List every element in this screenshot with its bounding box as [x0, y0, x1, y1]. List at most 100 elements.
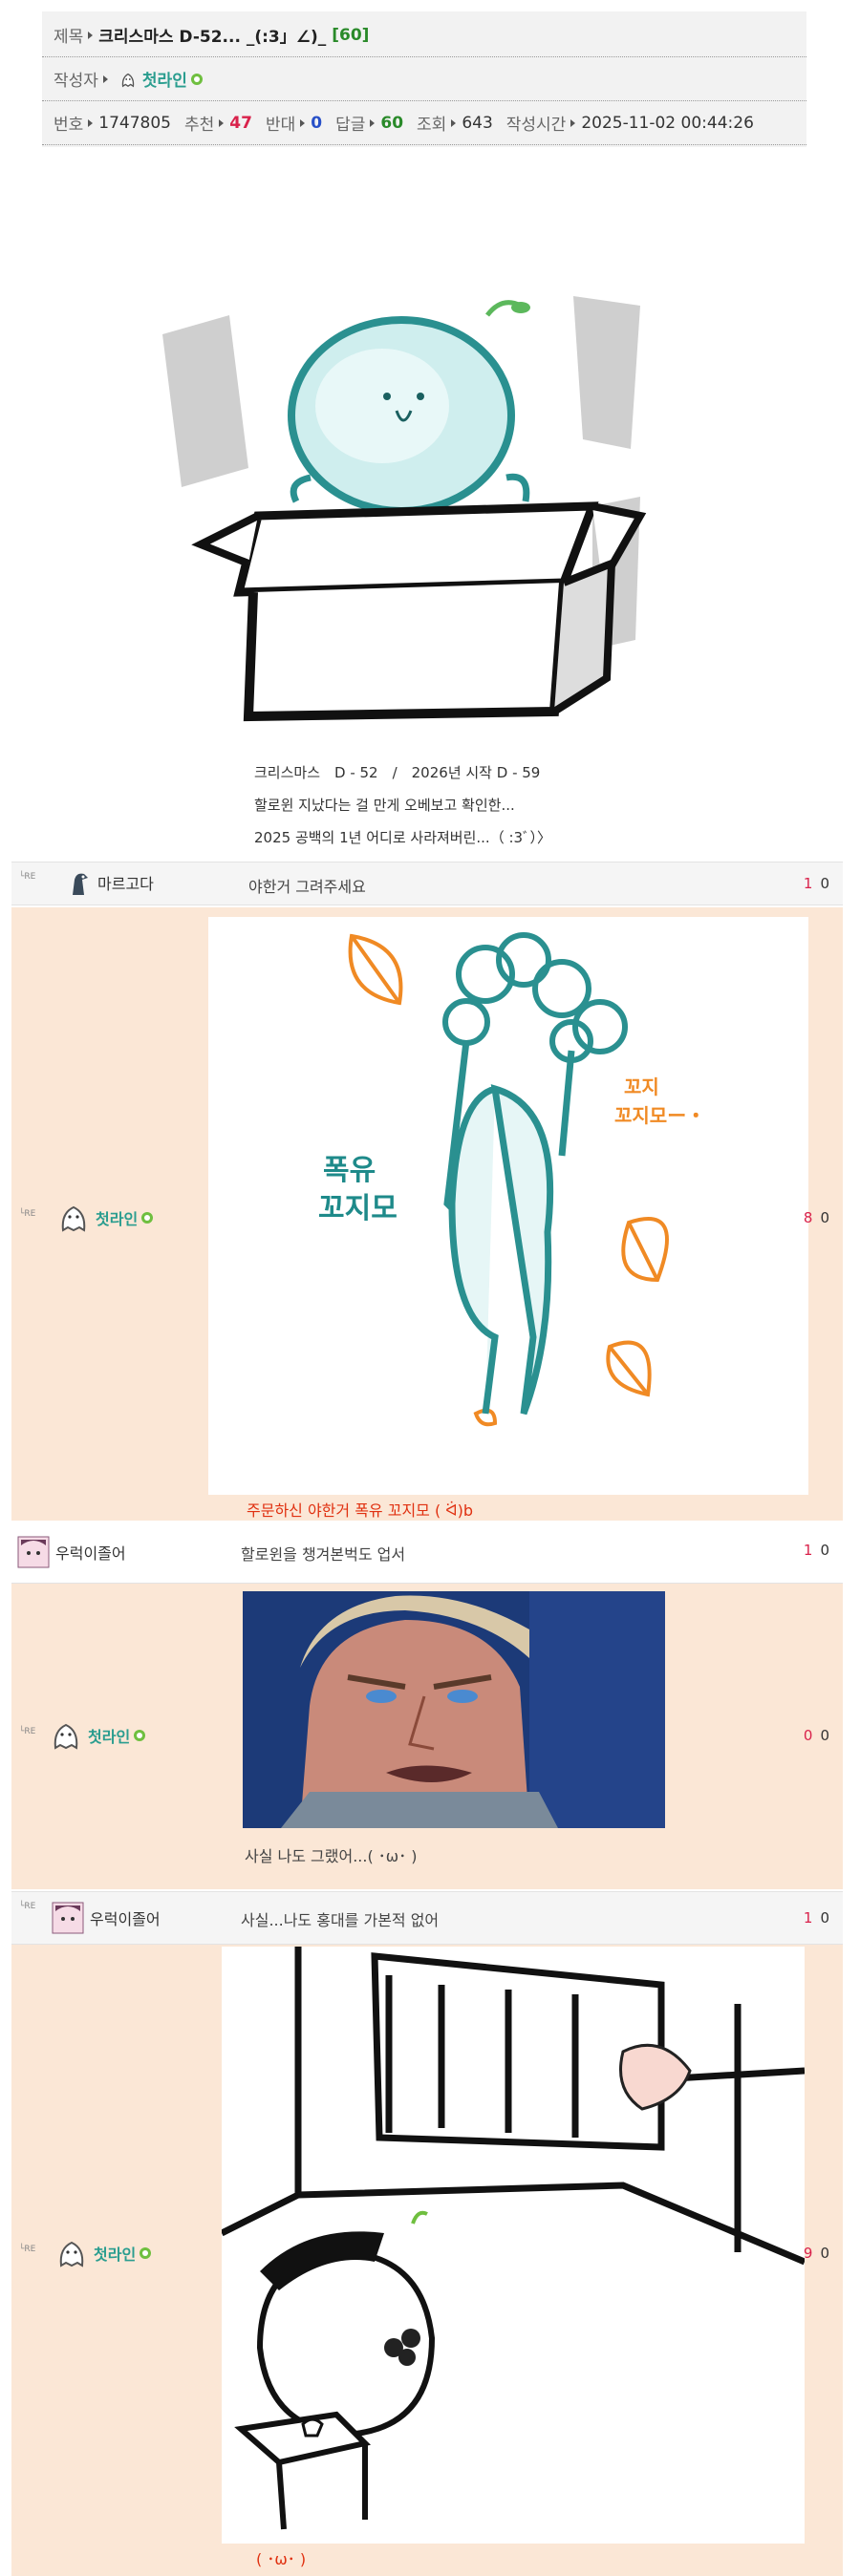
comment-user[interactable]: 첫라인: [55, 2237, 152, 2269]
image-text: 꼬지모ー・: [614, 1104, 705, 1127]
comment-downvotes: 0: [820, 1209, 829, 1226]
post-line: 2025 공백의 1년 어디로 사라져버린...（ :3ﾞ）〉: [254, 829, 552, 846]
ghost-avatar-icon: [121, 73, 135, 87]
anime-avatar-icon: [17, 1536, 50, 1568]
arrow-right-icon: [88, 31, 94, 39]
author-name[interactable]: 첫라인: [142, 67, 187, 91]
comment-row: └RE 첫라인 (･ω･) 9 0: [11, 1945, 843, 2576]
comment-downvotes: 0: [820, 1909, 829, 1927]
reply-indicator: └RE: [19, 872, 36, 882]
author-row: 작성자 첫라인: [42, 57, 806, 101]
arrow-right-icon: [300, 118, 306, 127]
view-count: 643: [462, 113, 493, 133]
comment-downvotes: 0: [820, 1727, 829, 1744]
comment-count[interactable]: [60]: [332, 26, 369, 45]
comment-username: 첫라인: [96, 1210, 139, 1228]
down-label: 반대: [265, 116, 296, 135]
reply-label: 답글: [335, 116, 366, 135]
comment-username: 우럭이졸어: [90, 1910, 161, 1928]
image-text: 꼬지모: [318, 1192, 398, 1225]
post-header: 제목 크리스마스 D-52... _(:3」∠)_ [60] 작성자 첫라인 번…: [42, 11, 806, 147]
comment-upvotes: 9: [803, 2245, 813, 2262]
comment-image: [220, 1947, 806, 2544]
view-label: 조회: [417, 116, 447, 135]
comment-text: 할로윈을 챙겨본벅도 업서: [241, 1545, 406, 1564]
arrow-right-icon: [570, 118, 576, 127]
upvote-count: 47: [229, 113, 252, 133]
ghost-avatar-icon: [61, 1205, 86, 1232]
image-text: 꼬지: [624, 1075, 659, 1098]
comment-downvotes: 0: [820, 875, 829, 892]
comment-upvotes: 1: [803, 875, 813, 892]
reply-indicator: └RE: [19, 1902, 36, 1911]
online-status-icon: [134, 1730, 146, 1741]
comment-upvotes: 0: [803, 1727, 813, 1744]
ghost-avatar-icon: [54, 1723, 78, 1750]
bird-avatar-icon: [73, 873, 88, 895]
comment-votes: 80: [804, 1209, 829, 1226]
reply-indicator: └RE: [19, 1209, 36, 1219]
comment-row: └RE 첫라인 폭유 꼬지모 꼬지 꼬지모ー・ 주문하신 야한거 폭유 꼬지모 …: [11, 907, 843, 1521]
comment-votes: 00: [804, 1727, 829, 1744]
downvote-count: 0: [311, 113, 323, 133]
post-title: 크리스마스 D-52... _(:3」∠)_: [98, 28, 327, 47]
character-at-window-illustration: [220, 1947, 806, 2530]
comment-username: 첫라인: [94, 2246, 137, 2264]
comment-username: 마르고다: [97, 875, 154, 893]
arrow-right-icon: [219, 118, 225, 127]
comment-votes: 10: [804, 1909, 829, 1927]
post-body: 크리스마스 D - 52 / 2026년 시작 D - 59 할로윈 지났다는 …: [254, 756, 551, 854]
comment-caption: 사실 나도 그랬어...( ･ω･ ): [245, 1847, 418, 1865]
comment-username: 첫라인: [88, 1728, 131, 1746]
post-line: 할로윈 지났다는 걸 만게 오베보고 확인한...: [254, 797, 515, 814]
arrow-right-icon: [451, 118, 457, 127]
comment-votes: 10: [804, 1542, 829, 1559]
online-status-icon: [190, 73, 203, 85]
title-row: 제목 크리스마스 D-52... _(:3」∠)_ [60]: [42, 13, 806, 57]
post-time: 2025-11-02 00:44:26: [581, 113, 754, 133]
comment-image: 폭유 꼬지모 꼬지 꼬지모ー・: [208, 917, 808, 1495]
comment-row: └RE 첫라인 사실 나도 그랬어...( ･ω･ ) 00: [11, 1584, 843, 1889]
comment-upvotes: 1: [803, 1542, 813, 1559]
author-label: 작성자: [54, 72, 98, 91]
dancing-character-illustration: 폭유 꼬지모 꼬지 꼬지모ー・: [318, 932, 705, 1427]
image-text: 폭유: [323, 1154, 376, 1187]
comment-user[interactable]: 첫라인: [57, 1202, 154, 1234]
comment-row: 우럭이졸어 할로윈을 챙겨본벅도 업서 10: [11, 1521, 843, 1584]
title-label: 제목: [54, 28, 84, 47]
comment-caption: ( ･ω･ ): [256, 2550, 307, 2568]
comment-user[interactable]: 마르고다: [67, 868, 154, 897]
no-label: 번호: [54, 116, 84, 135]
ghost-avatar-icon: [59, 2241, 84, 2267]
comment-user[interactable]: 우럭이졸어: [52, 1902, 161, 1934]
comment-downvotes: 0: [820, 1542, 829, 1559]
post-number: 1747805: [98, 113, 171, 133]
arrow-right-icon: [370, 118, 376, 127]
stats-row: 번호 1747805 추천 47 반대 0 답글 60 조회 643 작성시간 …: [42, 101, 806, 145]
comment-downvotes: 0: [820, 2245, 829, 2262]
comment-upvotes: 1: [803, 1909, 813, 1927]
post-line: 크리스마스 D - 52 / 2026년 시작 D - 59: [254, 764, 541, 781]
comment-text: 야한거 그려주세요: [248, 878, 366, 896]
reply-indicator: └RE: [19, 2245, 36, 2254]
comment-upvotes: 8: [803, 1209, 813, 1226]
comment-row: └RE 우럭이졸어 사실...나도 홍대를 가본적 없어 10: [11, 1891, 843, 1945]
comment-user[interactable]: 첫라인: [50, 1719, 146, 1752]
anime-man-image: [243, 1591, 665, 1828]
anime-avatar-icon: [52, 1902, 84, 1934]
reply-count: 60: [380, 113, 404, 133]
mochi-in-box-illustration: [162, 296, 647, 722]
comment-user[interactable]: 우럭이졸어: [17, 1536, 126, 1568]
reply-indicator: └RE: [19, 1727, 36, 1736]
online-status-icon: [140, 2247, 152, 2259]
comment-username: 우럭이졸어: [55, 1544, 126, 1563]
comment-votes: 90: [804, 2245, 829, 2262]
comment-text: 사실...나도 홍대를 가본적 없어: [241, 1911, 440, 1929]
comment-caption: 주문하신 야한거 폭유 꼬지모 ( ᐛ)b: [247, 1501, 474, 1520]
comment-row: └RE 마르고다 야한거 그려주세요 10: [11, 862, 843, 905]
up-label: 추천: [184, 116, 215, 135]
arrow-right-icon: [88, 118, 94, 127]
arrow-right-icon: [102, 75, 108, 83]
time-label: 작성시간: [505, 116, 567, 135]
online-status-icon: [141, 1212, 154, 1224]
